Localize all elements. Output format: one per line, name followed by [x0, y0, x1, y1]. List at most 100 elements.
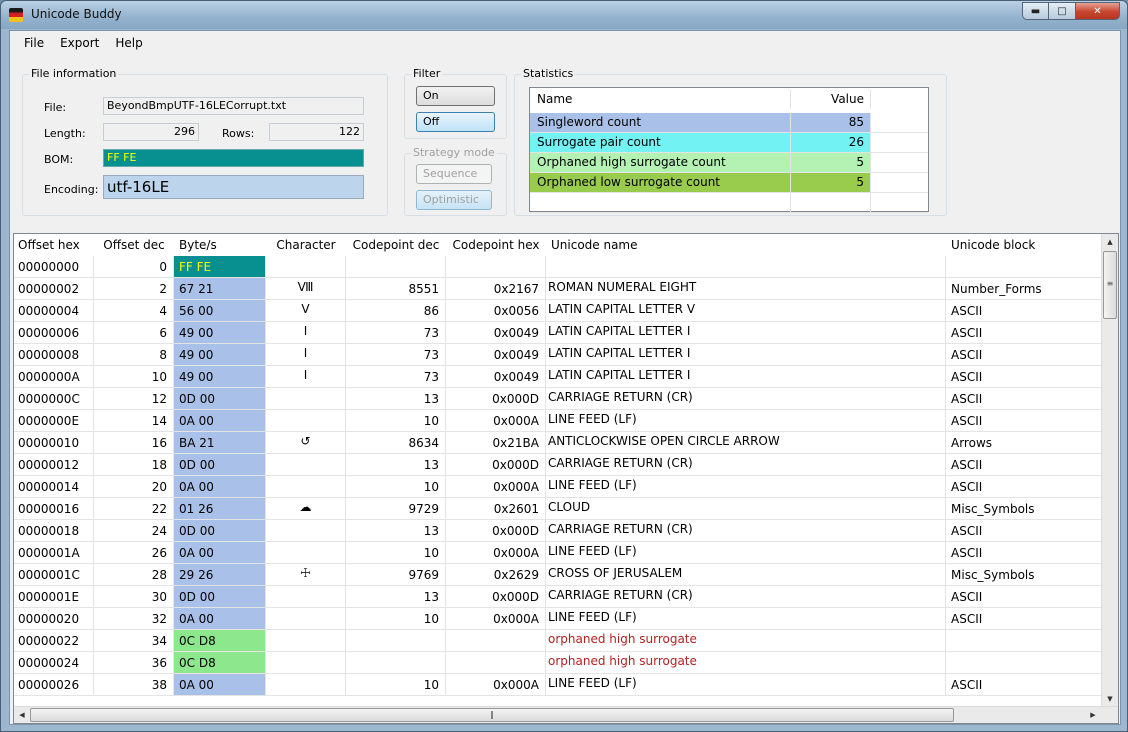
table-row[interactable]: 00000006 6 49 00 I 73 0x0049 LATIN CAPITAL LET…: [14, 322, 1102, 344]
maximize-button[interactable]: □: [1049, 2, 1076, 20]
cell-bytes: 56 00: [174, 300, 266, 322]
statistics-header: Name Value: [530, 90, 928, 110]
table-row[interactable]: 0000000A 10 49 00 I 73 0x0049 LATIN CAPITAL LE…: [14, 366, 1102, 388]
table-row[interactable]: 00000002 2 67 21 Ⅷ 8551 0x2167 ROMAN NUMERAL E…: [14, 278, 1102, 300]
cell-character: V: [266, 300, 346, 322]
col-unicode-name[interactable]: Unicode name: [546, 234, 946, 256]
col-offset-dec[interactable]: Offset dec: [94, 234, 174, 256]
statistics-row[interactable]: Orphaned low surrogate count 5: [530, 173, 928, 193]
scroll-down-arrow-icon[interactable]: ▼: [1102, 691, 1118, 707]
table-row[interactable]: 00000022 34 0C D8 orphaned high surrogate: [14, 630, 1102, 652]
table-row[interactable]: 0000001E 30 0D 00 13 0x000D CARRIAGE RETURN (…: [14, 586, 1102, 608]
statistics-row[interactable]: Orphaned high surrogate count 5: [530, 153, 928, 173]
rows-field[interactable]: 122: [269, 123, 364, 141]
col-bytes[interactable]: Byte/s: [174, 234, 266, 256]
menu-export[interactable]: Export: [52, 36, 107, 50]
cell-unicode-name: LINE FEED (LF): [546, 542, 946, 564]
cell-bytes: 0A 00: [174, 410, 266, 432]
length-field[interactable]: 296: [103, 123, 199, 141]
table-row[interactable]: 00000012 18 0D 00 13 0x000D CARRIAGE RETURN (…: [14, 454, 1102, 476]
cell-unicode-name: CARRIAGE RETURN (CR): [546, 520, 946, 542]
window-title: Unicode Buddy: [31, 7, 122, 21]
cell-codepoint-hex: 0x21BA: [446, 432, 546, 454]
close-icon: ✕: [1093, 5, 1102, 17]
table-row[interactable]: 0000001C 28 29 26 ☩ 9769 0x2629 CROSS OF JERUS…: [14, 564, 1102, 586]
filter-on-button[interactable]: On: [416, 86, 495, 106]
table-row[interactable]: 00000026 38 0A 00 10 0x000A LINE FEED (LF) ASC…: [14, 674, 1102, 696]
statistics-row-value: 26: [791, 133, 871, 152]
filter-off-button[interactable]: Off: [416, 112, 495, 132]
close-button[interactable]: ✕: [1076, 2, 1120, 20]
cell-unicode-name: [546, 256, 946, 278]
cell-codepoint-dec: 10: [346, 476, 446, 498]
bom-field[interactable]: FF FE: [103, 149, 364, 167]
vertical-scrollbar[interactable]: ▲ ≡ ▼: [1101, 234, 1118, 707]
byte-grid[interactable]: Offset hex Offset dec Byte/s Character C…: [13, 233, 1119, 724]
cell-offset-hex: 0000001C: [14, 564, 94, 586]
cell-unicode-block: ASCII: [946, 388, 1102, 410]
cell-codepoint-hex: 0x2629: [446, 564, 546, 586]
table-row[interactable]: 00000010 16 BA 21 ↺ 8634 0x21BA ANTICLOCKWISE …: [14, 432, 1102, 454]
horizontal-scrollbar[interactable]: ◀ ‖ ▶: [14, 706, 1118, 723]
file-label: File:: [44, 101, 67, 114]
menu-help[interactable]: Help: [107, 36, 150, 50]
table-row[interactable]: 00000024 36 0C D8 orphaned high surrogate: [14, 652, 1102, 674]
scroll-right-arrow-icon[interactable]: ▶: [1085, 707, 1101, 723]
cell-unicode-block: ASCII: [946, 520, 1102, 542]
statistics-row[interactable]: Surrogate pair count 26: [530, 133, 928, 153]
statistics-row-value: 5: [791, 173, 871, 192]
col-offset-hex[interactable]: Offset hex: [14, 234, 94, 256]
cell-codepoint-dec: 8634: [346, 432, 446, 454]
cell-codepoint-hex: 0x2167: [446, 278, 546, 300]
cell-character: [266, 674, 346, 696]
cell-unicode-name: LATIN CAPITAL LETTER I: [546, 366, 946, 388]
table-row[interactable]: 00000014 20 0A 00 10 0x000A LINE FEED (LF) ASC…: [14, 476, 1102, 498]
scroll-left-arrow-icon[interactable]: ◀: [14, 707, 30, 723]
menu-file[interactable]: File: [16, 36, 52, 50]
cell-offset-hex: 00000018: [14, 520, 94, 542]
col-unicode-block[interactable]: Unicode block: [946, 234, 1102, 256]
horizontal-scroll-thumb[interactable]: ‖: [30, 708, 954, 722]
table-row[interactable]: 00000016 22 01 26 ☁ 9729 0x2601 CLOUD Misc_Symb…: [14, 498, 1102, 520]
col-codepoint-dec[interactable]: Codepoint dec: [346, 234, 446, 256]
cell-codepoint-dec: 10: [346, 542, 446, 564]
cell-codepoint-hex: 0x000A: [446, 476, 546, 498]
cell-character: [266, 652, 346, 674]
app-flag-icon: [9, 8, 23, 22]
minimize-button[interactable]: ▬: [1022, 2, 1049, 20]
table-row[interactable]: 0000000C 12 0D 00 13 0x000D CARRIAGE RETURN (…: [14, 388, 1102, 410]
cell-offset-dec: 2: [94, 278, 174, 300]
statistics-col-value[interactable]: Value: [791, 90, 871, 109]
cell-character: [266, 410, 346, 432]
optimistic-button[interactable]: Optimistic: [416, 190, 492, 210]
cell-offset-dec: 38: [94, 674, 174, 696]
col-codepoint-hex[interactable]: Codepoint hex: [446, 234, 546, 256]
cell-unicode-block: ASCII: [946, 344, 1102, 366]
table-row[interactable]: 0000001A 26 0A 00 10 0x000A LINE FEED (LF) ASC…: [14, 542, 1102, 564]
cell-codepoint-hex: 0x0049: [446, 322, 546, 344]
file-info-group: File information File: BeyondBmpUTF-16LE…: [22, 67, 388, 216]
cell-unicode-block: ASCII: [946, 542, 1102, 564]
cell-unicode-name: LATIN CAPITAL LETTER V: [546, 300, 946, 322]
statistics-row[interactable]: Singleword count 85: [530, 113, 928, 133]
cell-bytes: 0C D8: [174, 630, 266, 652]
cell-bytes: 49 00: [174, 344, 266, 366]
table-row[interactable]: 00000008 8 49 00 I 73 0x0049 LATIN CAPITAL LET…: [14, 344, 1102, 366]
sequence-button[interactable]: Sequence: [416, 164, 492, 184]
table-row[interactable]: 00000018 24 0D 00 13 0x000D CARRIAGE RETURN (…: [14, 520, 1102, 542]
vertical-scroll-thumb[interactable]: ≡: [1103, 251, 1117, 319]
cell-unicode-block: ASCII: [946, 300, 1102, 322]
statistics-col-name[interactable]: Name: [530, 90, 791, 109]
table-row[interactable]: 00000004 4 56 00 V 86 0x0056 LATIN CAPITAL LET…: [14, 300, 1102, 322]
cell-unicode-block: Arrows: [946, 432, 1102, 454]
table-row[interactable]: 00000020 32 0A 00 10 0x000A LINE FEED (LF) ASC…: [14, 608, 1102, 630]
scroll-up-arrow-icon[interactable]: ▲: [1102, 234, 1118, 250]
table-row[interactable]: 00000000 0 FF FE: [14, 256, 1102, 278]
statistics-row-value: 85: [791, 113, 871, 132]
file-field[interactable]: BeyondBmpUTF-16LECorrupt.txt: [103, 97, 364, 115]
title-bar[interactable]: Unicode Buddy ▬ □ ✕: [1, 1, 1127, 29]
table-row[interactable]: 0000000E 14 0A 00 10 0x000A LINE FEED (LF) ASC…: [14, 410, 1102, 432]
statistics-table[interactable]: Name Value Singleword count 85 Surrogate…: [529, 87, 929, 213]
encoding-field[interactable]: utf-16LE: [103, 175, 364, 199]
col-character[interactable]: Character: [266, 234, 346, 256]
